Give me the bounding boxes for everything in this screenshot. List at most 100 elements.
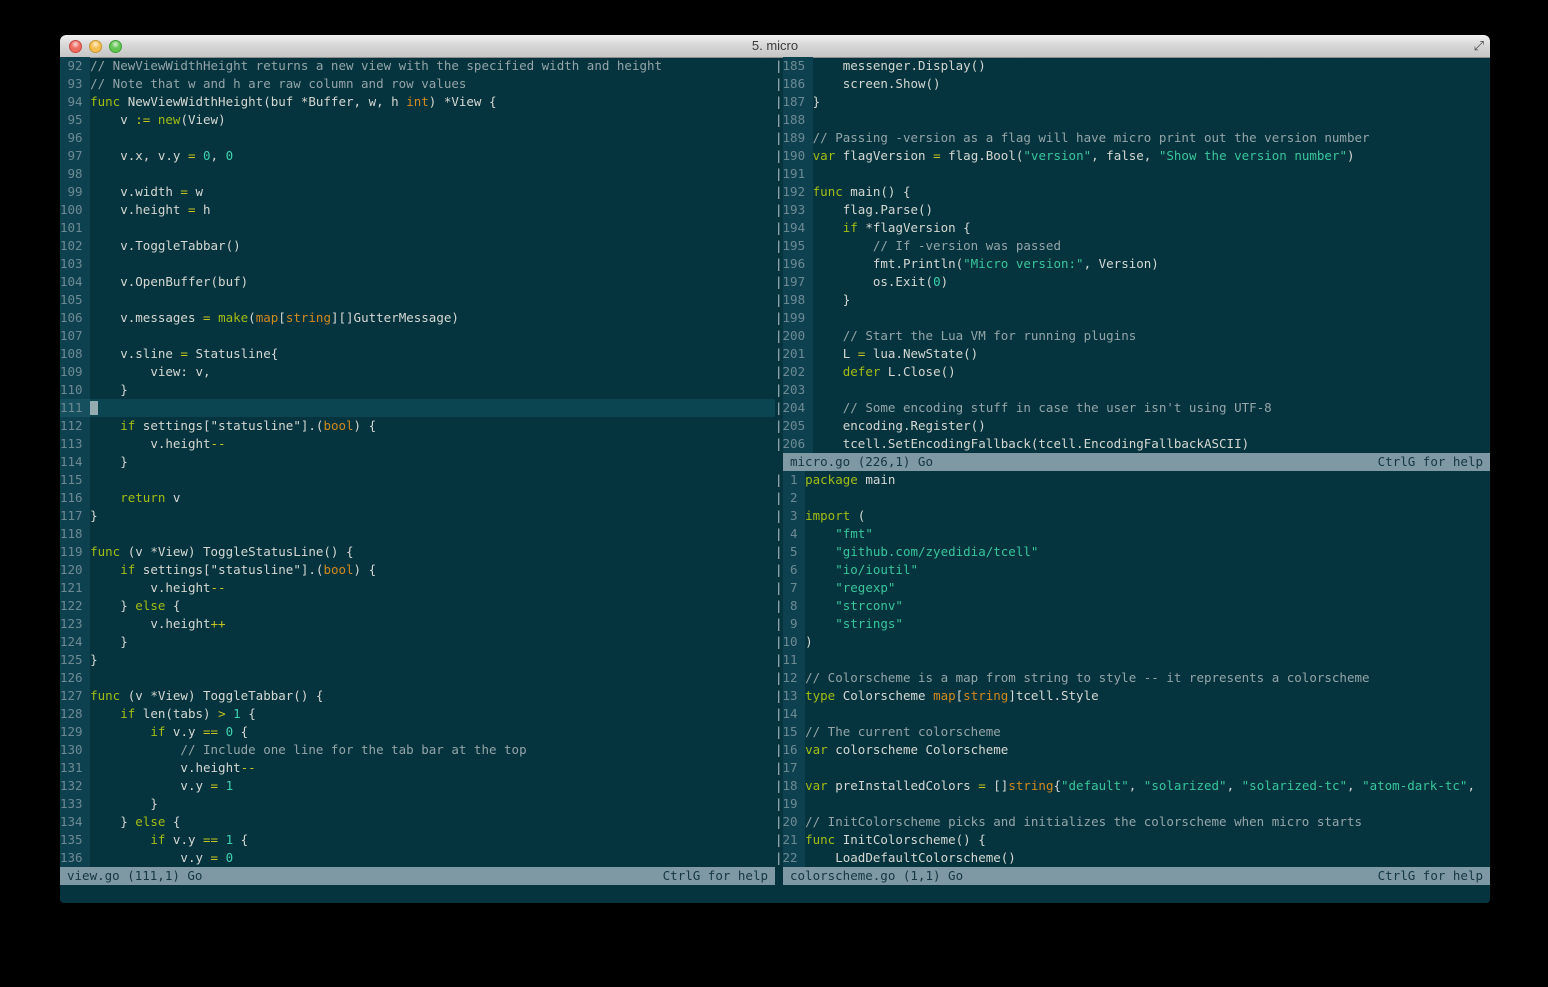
code-line[interactable]: 133 } xyxy=(60,795,775,813)
code-line[interactable]: 114 } xyxy=(60,453,775,471)
code-line[interactable]: |17 xyxy=(775,759,1490,777)
code-line[interactable]: 94 func NewViewWidthHeight(buf *Buffer, … xyxy=(60,93,775,111)
code-line[interactable]: 124 } xyxy=(60,633,775,651)
code-line[interactable]: 107 xyxy=(60,327,775,345)
code-line[interactable]: 111 xyxy=(60,399,775,417)
code-line[interactable]: | 4 "fmt" xyxy=(775,525,1490,543)
code-line[interactable]: 123 v.height++ xyxy=(60,615,775,633)
code-line[interactable]: 99 v.width = w xyxy=(60,183,775,201)
window-titlebar[interactable]: 5. micro ⤢ xyxy=(60,35,1490,58)
code-line[interactable]: |11 xyxy=(775,651,1490,669)
code-line[interactable]: | 3 import ( xyxy=(775,507,1490,525)
code-line[interactable]: 103 xyxy=(60,255,775,273)
code-line[interactable]: |187 } xyxy=(775,93,1490,111)
code-line[interactable]: |14 xyxy=(775,705,1490,723)
code-line[interactable]: 92 // NewViewWidthHeight returns a new v… xyxy=(60,57,775,75)
split-divider: | xyxy=(775,328,783,343)
code-line[interactable]: 97 v.x, v.y = 0, 0 xyxy=(60,147,775,165)
code-line[interactable]: 101 xyxy=(60,219,775,237)
editor-pane-micro-go[interactable]: |185 messenger.Display() |186 screen.Show… xyxy=(775,57,1490,453)
split-divider: | xyxy=(775,562,783,577)
code-line[interactable]: 135 if v.y == 1 { xyxy=(60,831,775,849)
code-line[interactable]: |19 xyxy=(775,795,1490,813)
code-line[interactable]: 104 v.OpenBuffer(buf) xyxy=(60,273,775,291)
code-line[interactable]: 113 v.height-- xyxy=(60,435,775,453)
code-line[interactable]: |185 messenger.Display() xyxy=(775,57,1490,75)
code-line[interactable]: |203 xyxy=(775,381,1490,399)
code-line[interactable]: |195 // If -version was passed xyxy=(775,237,1490,255)
code-line[interactable]: 125 } xyxy=(60,651,775,669)
code-line[interactable]: 128 if len(tabs) > 1 { xyxy=(60,705,775,723)
code-line[interactable]: 116 return v xyxy=(60,489,775,507)
code-line[interactable]: |21 func InitColorscheme() { xyxy=(775,831,1490,849)
code-line[interactable]: |206 tcell.SetEncodingFallback(tcell.Enc… xyxy=(775,435,1490,453)
code-line[interactable]: 109 view: v, xyxy=(60,363,775,381)
split-divider: | xyxy=(775,292,783,307)
code-line[interactable]: 102 v.ToggleTabbar() xyxy=(60,237,775,255)
code-line[interactable]: 98 xyxy=(60,165,775,183)
split-divider: | xyxy=(775,580,783,595)
code-line[interactable]: 100 v.height = h xyxy=(60,201,775,219)
code-line[interactable]: 129 if v.y == 0 { xyxy=(60,723,775,741)
code-line[interactable]: |16 var colorscheme Colorscheme xyxy=(775,741,1490,759)
code-line[interactable]: |22 LoadDefaultColorscheme() xyxy=(775,849,1490,867)
code-line[interactable]: 118 xyxy=(60,525,775,543)
code-line[interactable]: |186 screen.Show() xyxy=(775,75,1490,93)
code-line[interactable]: |196 fmt.Println("Micro version:", Versi… xyxy=(775,255,1490,273)
code-line[interactable]: 120 if settings["statusline"].(bool) { xyxy=(60,561,775,579)
code-line[interactable]: |191 xyxy=(775,165,1490,183)
code-line[interactable]: |189 // Passing -version as a flag will … xyxy=(775,129,1490,147)
code-line[interactable]: 110 } xyxy=(60,381,775,399)
code-line[interactable]: |18 var preInstalledColors = []string{"d… xyxy=(775,777,1490,795)
code-line[interactable]: 105 xyxy=(60,291,775,309)
code-line[interactable]: 117 } xyxy=(60,507,775,525)
code-line[interactable]: 121 v.height-- xyxy=(60,579,775,597)
code-line[interactable]: |20 // InitColorscheme picks and initial… xyxy=(775,813,1490,831)
code-line[interactable]: 127 func (v *View) ToggleTabbar() { xyxy=(60,687,775,705)
code-line[interactable]: 119 func (v *View) ToggleStatusLine() { xyxy=(60,543,775,561)
code-line[interactable]: |201 L = lua.NewState() xyxy=(775,345,1490,363)
code-line[interactable]: | 5 "github.com/zyedidia/tcell" xyxy=(775,543,1490,561)
line-number: 100 xyxy=(60,201,91,219)
code-line[interactable]: 134 } else { xyxy=(60,813,775,831)
code-line[interactable]: | 9 "strings" xyxy=(775,615,1490,633)
code-line[interactable]: 136 v.y = 0 xyxy=(60,849,775,867)
code-line[interactable]: |190 var flagVersion = flag.Bool("versio… xyxy=(775,147,1490,165)
code-line[interactable]: |193 flag.Parse() xyxy=(775,201,1490,219)
editor-pane-view-go[interactable]: 92 // NewViewWidthHeight returns a new v… xyxy=(60,57,775,867)
editor-pane-colorscheme-go[interactable]: | 1 package main | 2 | 3 import (| 4 "fmt… xyxy=(775,471,1490,867)
resize-icon[interactable]: ⤢ xyxy=(1474,38,1484,54)
code-line[interactable]: 122 } else { xyxy=(60,597,775,615)
code-line[interactable]: | 1 package main xyxy=(775,471,1490,489)
code-line[interactable]: 115 xyxy=(60,471,775,489)
code-line[interactable]: | 6 "io/ioutil" xyxy=(775,561,1490,579)
code-line[interactable]: | 2 xyxy=(775,489,1490,507)
code-line[interactable]: 93 // Note that w and h are raw column a… xyxy=(60,75,775,93)
code-line[interactable]: |205 encoding.Register() xyxy=(775,417,1490,435)
code-line[interactable]: |13 type Colorscheme map[string]tcell.St… xyxy=(775,687,1490,705)
code-line[interactable]: 96 xyxy=(60,129,775,147)
code-line[interactable]: | 7 "regexp" xyxy=(775,579,1490,597)
code-line[interactable]: 108 v.sline = Statusline{ xyxy=(60,345,775,363)
code-line[interactable]: 106 v.messages = make(map[string][]Gutte… xyxy=(60,309,775,327)
code-line[interactable]: 112 if settings["statusline"].(bool) { xyxy=(60,417,775,435)
code-line[interactable]: |192 func main() { xyxy=(775,183,1490,201)
code-line[interactable]: | 8 "strconv" xyxy=(775,597,1490,615)
code-line[interactable]: |194 if *flagVersion { xyxy=(775,219,1490,237)
code-line[interactable]: 126 xyxy=(60,669,775,687)
code-line[interactable]: 131 v.height-- xyxy=(60,759,775,777)
code-line[interactable]: |199 xyxy=(775,309,1490,327)
code-line[interactable]: |197 os.Exit(0) xyxy=(775,273,1490,291)
split-divider: | xyxy=(775,814,783,829)
code-line[interactable]: |200 // Start the Lua VM for running plu… xyxy=(775,327,1490,345)
code-line[interactable]: 132 v.y = 1 xyxy=(60,777,775,795)
code-line[interactable]: |10 ) xyxy=(775,633,1490,651)
code-line[interactable]: |202 defer L.Close() xyxy=(775,363,1490,381)
code-line[interactable]: |15 // The current colorscheme xyxy=(775,723,1490,741)
code-line[interactable]: |198 } xyxy=(775,291,1490,309)
code-line[interactable]: |188 xyxy=(775,111,1490,129)
code-line[interactable]: 95 v := new(View) xyxy=(60,111,775,129)
code-line[interactable]: |204 // Some encoding stuff in case the … xyxy=(775,399,1490,417)
code-line[interactable]: |12 // Colorscheme is a map from string … xyxy=(775,669,1490,687)
code-line[interactable]: 130 // Include one line for the tab bar … xyxy=(60,741,775,759)
